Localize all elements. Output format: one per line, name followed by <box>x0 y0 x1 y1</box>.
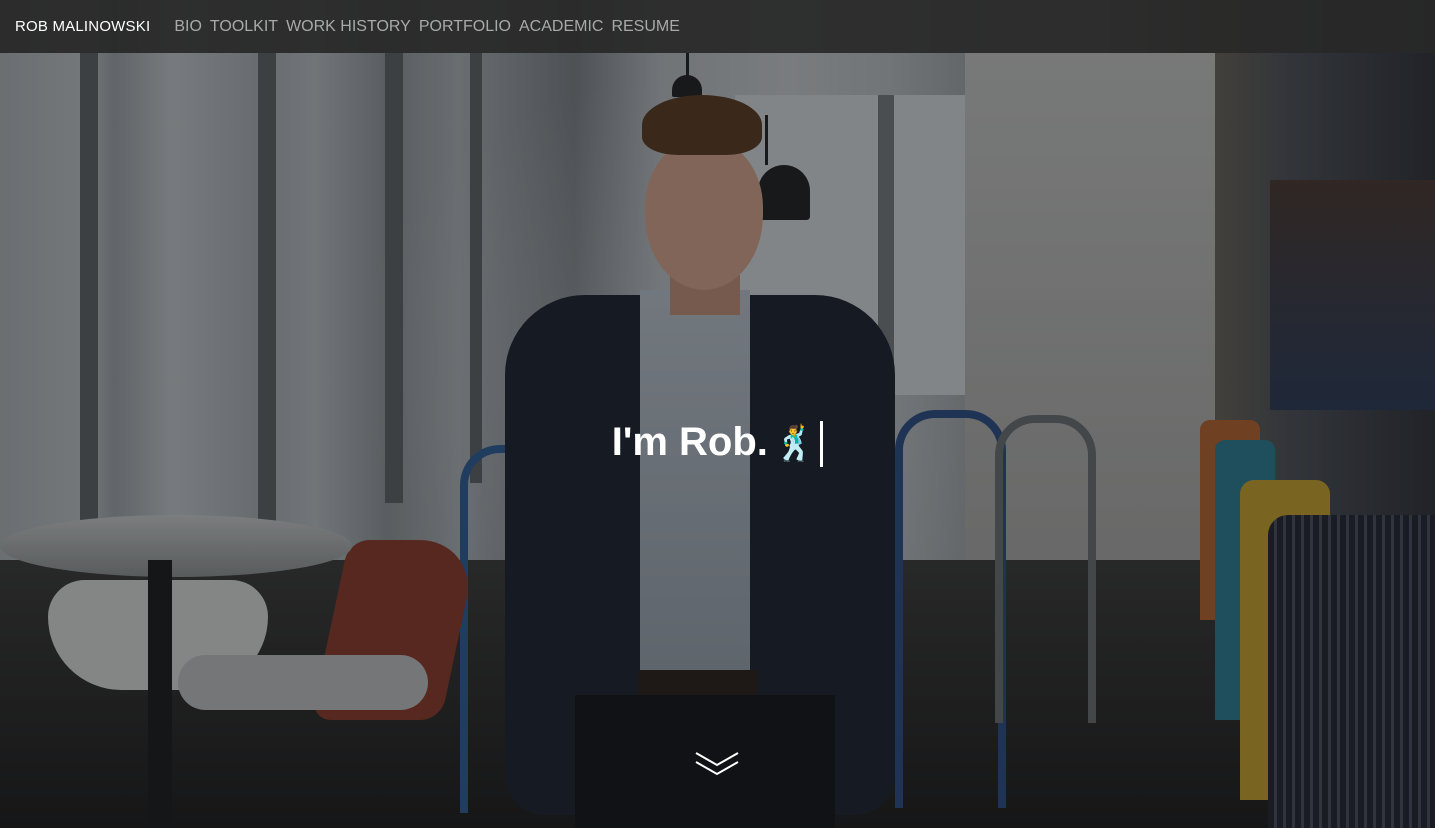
nav-item-academic: ACADEMIC <box>519 18 611 36</box>
nav-list: BIO TOOLKIT WORK HISTORY PORTFOLIO ACADE… <box>174 18 688 36</box>
nav-link-resume[interactable]: RESUME <box>611 18 687 36</box>
nav-link-academic[interactable]: ACADEMIC <box>519 18 611 36</box>
dancer-emoji-icon: 🕺 <box>773 425 817 464</box>
typing-caret <box>820 421 824 468</box>
nav-link-bio[interactable]: BIO <box>174 18 210 36</box>
nav-item-bio: BIO <box>174 18 210 36</box>
nav-link-portfolio[interactable]: PORTFOLIO <box>419 18 519 36</box>
nav-link-toolkit[interactable]: TOOLKIT <box>210 18 286 36</box>
nav-item-resume: RESUME <box>611 18 687 36</box>
hero-title: I'm Rob. 🕺 <box>0 414 1435 472</box>
double-chevron-down-icon <box>695 752 739 776</box>
nav-link-work-history[interactable]: WORK HISTORY <box>286 18 419 36</box>
brand-link[interactable]: ROB MALINOWSKI <box>15 18 150 35</box>
top-navbar: ROB MALINOWSKI BIO TOOLKIT WORK HISTORY … <box>0 0 1435 53</box>
page: ROB MALINOWSKI BIO TOOLKIT WORK HISTORY … <box>0 0 1435 828</box>
hero-title-text: I'm Rob. <box>611 420 768 464</box>
nav-item-portfolio: PORTFOLIO <box>419 18 519 36</box>
scroll-down-button[interactable] <box>694 750 740 780</box>
nav-item-work-history: WORK HISTORY <box>286 18 419 36</box>
nav-item-toolkit: TOOLKIT <box>210 18 286 36</box>
